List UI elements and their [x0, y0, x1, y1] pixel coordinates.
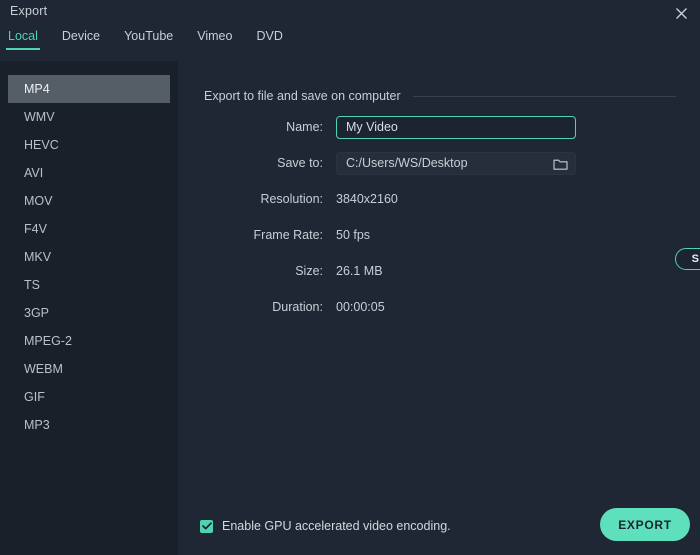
section-divider: [412, 95, 676, 97]
section-title: Export to file and save on computer: [204, 89, 401, 103]
framerate-value: 50 fps: [336, 228, 371, 242]
row-framerate: Frame Rate: 50 fps: [178, 223, 700, 247]
sidebar-item-mp4[interactable]: MP4: [8, 75, 170, 103]
saveto-field[interactable]: C:/Users/WS/Desktop: [336, 151, 576, 176]
format-label: WEBM: [24, 362, 63, 376]
resolution-value: 3840x2160: [336, 192, 398, 206]
sidebar-item-f4v[interactable]: F4V: [8, 215, 170, 243]
tab-device[interactable]: Device: [62, 29, 100, 50]
tab-dvd-label: DVD: [256, 29, 283, 43]
saveto-value: C:/Users/WS/Desktop: [346, 156, 468, 170]
sidebar-item-mov[interactable]: MOV: [8, 187, 170, 215]
size-value: 26.1 MB: [336, 264, 383, 278]
row-name: Name:: [178, 115, 700, 139]
sidebar-item-wmv[interactable]: WMV: [8, 103, 170, 131]
close-icon: [675, 8, 687, 19]
duration-label: Duration:: [272, 300, 323, 314]
sidebar-item-mp3[interactable]: MP3: [8, 411, 170, 439]
tab-vimeo-label: Vimeo: [197, 29, 233, 43]
sidebar-item-hevc[interactable]: HEVC: [8, 131, 170, 159]
format-label: MKV: [24, 250, 52, 264]
export-button[interactable]: EXPORT: [600, 508, 690, 541]
tab-dvd[interactable]: DVD: [256, 29, 282, 50]
format-label: MOV: [24, 194, 53, 208]
row-size: Size: 26.1 MB: [178, 259, 700, 283]
tab-bar: Local Device YouTube Vimeo DVD: [0, 29, 700, 58]
folder-icon[interactable]: [553, 157, 568, 176]
sidebar-item-3gp[interactable]: 3GP: [8, 299, 170, 327]
framerate-label: Frame Rate:: [253, 228, 323, 242]
window-title: Export: [10, 4, 48, 18]
duration-value: 00:00:05: [336, 300, 385, 314]
format-label: 3GP: [24, 306, 50, 320]
tab-vimeo[interactable]: Vimeo: [197, 29, 232, 50]
sidebar-item-avi[interactable]: AVI: [8, 159, 170, 187]
format-label: HEVC: [24, 138, 59, 152]
sidebar-item-webm[interactable]: WEBM: [8, 355, 170, 383]
sidebar-item-mpeg2[interactable]: MPEG-2: [8, 327, 170, 355]
format-label: MP4: [24, 82, 50, 96]
resolution-label: Resolution:: [260, 192, 323, 206]
close-button[interactable]: [662, 0, 700, 27]
gpu-label: Enable GPU accelerated video encoding.: [222, 519, 451, 533]
format-label: AVI: [24, 166, 44, 180]
section-header: Export to file and save on computer: [204, 89, 676, 103]
name-label: Name:: [286, 120, 323, 134]
row-saveto: Save to: C:/Users/WS/Desktop: [178, 151, 700, 175]
saveto-label: Save to:: [277, 156, 323, 170]
settings-button[interactable]: SETTINGS: [675, 248, 700, 270]
tab-device-label: Device: [61, 29, 101, 43]
tab-youtube[interactable]: YouTube: [124, 29, 173, 50]
format-label: MPEG-2: [24, 334, 72, 348]
tab-local-label: Local: [8, 29, 38, 43]
gpu-checkbox[interactable]: [200, 519, 213, 533]
tab-local[interactable]: Local: [6, 29, 40, 50]
format-label: WMV: [24, 110, 55, 124]
row-resolution: Resolution: 3840x2160: [178, 187, 700, 211]
title-bar: Export: [0, 0, 700, 27]
dialog-body: MP4 WMV HEVC AVI MOV F4V MKV TS 3GP MPEG…: [0, 61, 700, 555]
name-input[interactable]: [336, 115, 576, 139]
export-dialog: Export Local Device YouTube Vimeo DVD MP…: [0, 0, 700, 555]
gpu-checkbox-row[interactable]: Enable GPU accelerated video encoding.: [200, 519, 451, 533]
format-label: GIF: [24, 390, 45, 404]
export-settings-panel: Export to file and save on computer Name…: [178, 61, 700, 555]
tab-youtube-label: YouTube: [124, 29, 174, 43]
format-sidebar: MP4 WMV HEVC AVI MOV F4V MKV TS 3GP MPEG…: [0, 61, 178, 555]
sidebar-item-ts[interactable]: TS: [8, 271, 170, 299]
format-label: F4V: [24, 222, 47, 236]
size-label: Size:: [295, 264, 323, 278]
format-label: TS: [24, 278, 40, 292]
check-icon: [201, 522, 212, 530]
sidebar-item-mkv[interactable]: MKV: [8, 243, 170, 271]
sidebar-item-gif[interactable]: GIF: [8, 383, 170, 411]
row-duration: Duration: 00:00:05: [178, 295, 700, 319]
format-label: MP3: [24, 418, 50, 432]
